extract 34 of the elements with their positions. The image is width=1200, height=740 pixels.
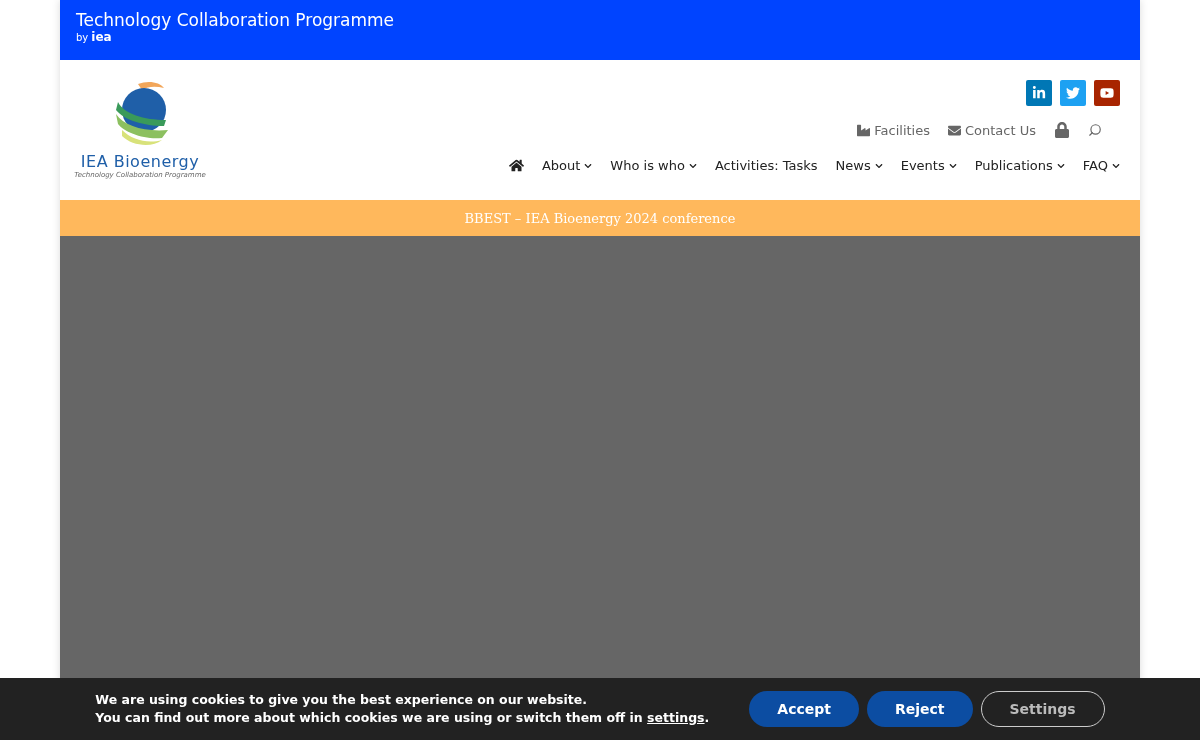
factory-icon [857,123,871,137]
nav-link[interactable]: FAQ [1082,158,1120,173]
nav-link[interactable]: About [541,158,593,173]
nav-link[interactable]: Activities: Tasks [714,158,818,173]
chevron-down-icon [948,161,957,170]
youtube-button[interactable] [1094,80,1120,106]
chevron-down-icon [584,161,593,170]
by-label: by [76,32,89,43]
lock-icon[interactable] [1054,122,1070,138]
nav-link[interactable]: Publications [974,158,1065,173]
linkedin-logo-icon [1032,86,1046,100]
settings-link[interactable]: settings [647,710,705,725]
envelope-icon [948,123,961,137]
chevron-down-icon [874,161,883,170]
cookie-button[interactable]: Reject [866,691,973,727]
linkedin-button[interactable] [1026,80,1052,106]
youtube-logo-icon [1100,86,1114,100]
home-icon[interactable] [508,158,524,173]
programme-title: Technology Collaboration Programme [76,10,395,30]
nav-link[interactable]: News [835,158,883,173]
secondary-nav-link[interactable]: Facilities [857,122,930,138]
chevron-down-icon [1112,161,1120,170]
cookie-message: We are using cookies to give you the best experience on our website. You can find out more about which cookies we are using or switch them off in settings. [95,691,710,727]
twitter-logo-icon [1066,86,1080,100]
nav-link[interactable]: Who is who [610,158,697,173]
brand-logo[interactable]: iea [91,30,112,44]
cookie-button[interactable]: Accept [749,691,859,727]
chevron-down-icon [1056,161,1065,170]
search-icon[interactable] [1088,123,1102,137]
nav-link[interactable]: Events [900,158,957,173]
logo-name[interactable]: IEA Bioenergy [80,152,200,171]
secondary-nav-link[interactable]: Contact Us [948,122,1036,138]
twitter-button[interactable] [1060,80,1086,106]
chevron-down-icon [688,161,697,170]
